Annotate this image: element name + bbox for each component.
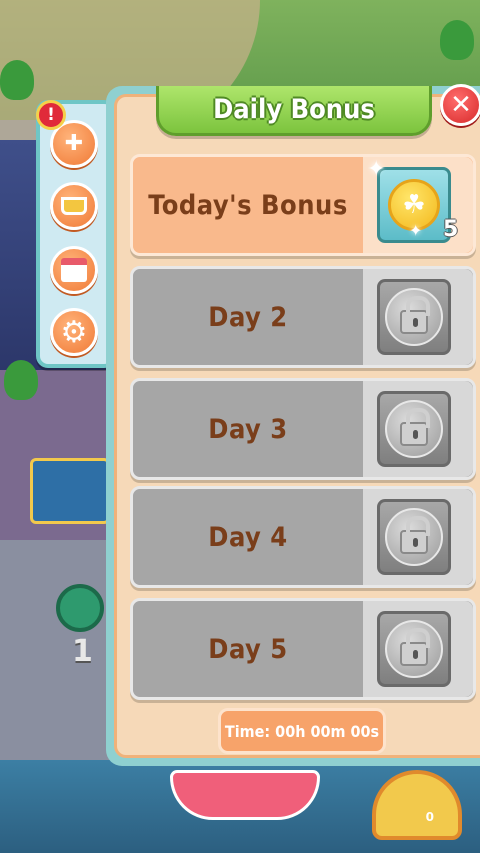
locked-reward-box (377, 391, 451, 467)
wheel-count: 0 (425, 810, 434, 824)
timer-text: Time: 00h 00m 00s (224, 721, 380, 741)
tree-icon (0, 60, 34, 100)
day-label: Day 2 (208, 301, 288, 333)
basket-icon (61, 197, 87, 215)
settings-button[interactable]: ⚙ (50, 308, 98, 356)
map-ground (0, 540, 120, 760)
basket-button[interactable] (50, 182, 98, 230)
day-row-2: Day 2 (130, 266, 476, 368)
lock-icon (385, 288, 443, 346)
day-label: Day 3 (208, 413, 288, 445)
locked-reward-box (377, 499, 451, 575)
boat-decoration (170, 770, 320, 820)
shop-button[interactable] (50, 246, 98, 294)
day-label: Day 5 (208, 633, 288, 665)
close-button[interactable]: ✕ (440, 84, 480, 126)
day-row-today[interactable]: Today's Bonus ☘ ✦ ✦ 5 (130, 154, 476, 256)
level-pin[interactable] (56, 584, 104, 632)
reward-count: 5 (443, 217, 459, 242)
plus-icon: ✚ (64, 131, 84, 156)
level-number: 1 (72, 634, 93, 669)
close-icon: ✕ (450, 90, 472, 120)
sparkle-icon: ✦ (367, 157, 386, 182)
tree-icon (440, 20, 474, 60)
dialog-title-ribbon: Daily Bonus (156, 86, 432, 136)
day-label: Today's Bonus (148, 189, 348, 221)
lock-icon (385, 620, 443, 678)
sparkle-icon: ✦ (409, 221, 423, 240)
day-row-4: Day 4 (130, 486, 476, 588)
day-label: Day 4 (208, 521, 288, 553)
dialog-title: Daily Bonus (213, 94, 375, 125)
locked-reward-box (377, 611, 451, 687)
alert-badge: ! (36, 100, 66, 130)
lock-icon (385, 400, 443, 458)
day-row-5: Day 5 (130, 598, 476, 700)
gear-icon: ⚙ (60, 314, 88, 350)
lock-icon (385, 508, 443, 566)
day-row-3: Day 3 (130, 378, 476, 480)
tree-icon (4, 360, 38, 400)
bonus-timer: Time: 00h 00m 00s (218, 708, 386, 754)
lion-billboard (30, 458, 110, 524)
shop-icon (61, 258, 87, 282)
side-menu: ✚ ⚙ (36, 100, 116, 368)
locked-reward-box (377, 279, 451, 355)
